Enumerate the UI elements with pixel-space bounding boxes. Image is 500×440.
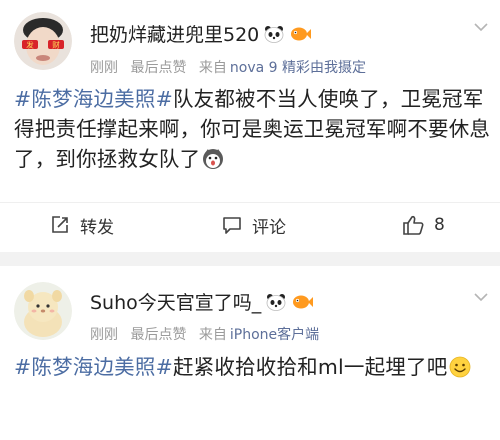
panda-badge-icon: [264, 25, 284, 43]
source-prefix: 来自: [198, 60, 227, 76]
fish-badge-icon: [293, 295, 314, 308]
username-text[interactable]: 把奶烊藏进兜里520: [90, 20, 259, 47]
avatar[interactable]: [14, 282, 72, 340]
post-meta: 刚刚 最后点赞 来自 nova 9 精彩由我摄定: [90, 57, 366, 77]
post-meta: 刚刚 最后点赞 来自 iPhone客户端: [90, 324, 319, 344]
last-liked-label: 最后点赞: [130, 60, 187, 76]
last-liked-label: 最后点赞: [130, 327, 187, 343]
hashtag-link[interactable]: #陈梦海边美照#: [14, 87, 173, 111]
chevron-down-icon[interactable]: [474, 292, 488, 302]
username[interactable]: 把奶烊藏进兜里520: [90, 20, 312, 47]
avatar-badge-right: 财: [52, 40, 60, 50]
avatar-image: 发 财: [14, 12, 72, 70]
like-count: 8: [434, 215, 445, 235]
post-content: #陈梦海边美照#队友都被不当人使唤了，卫冕冠军得把责任撑起来啊，你可是奥运卫冕冠…: [14, 84, 492, 174]
weibo-post: Suho今天官宣了吗_ 刚刚 最后点赞 来自 iPhone客户端 #陈梦海边美照#…: [0, 266, 500, 440]
repost-label: 转发: [80, 217, 114, 238]
fish-badge-icon: [291, 27, 312, 40]
username[interactable]: Suho今天官宣了吗_: [90, 288, 314, 315]
husky-emoji: [203, 149, 224, 169]
comment-button[interactable]: 评论: [222, 203, 286, 247]
comment-label: 评论: [252, 217, 286, 238]
chevron-down-icon[interactable]: [474, 22, 488, 32]
source-prefix: 来自: [198, 327, 227, 343]
repost-button[interactable]: 转发: [50, 203, 114, 247]
avatar-image: [14, 282, 72, 340]
username-text[interactable]: Suho今天官宣了吗_: [90, 288, 261, 315]
hashtag-link[interactable]: #陈梦海边美照#: [14, 355, 173, 379]
repost-icon: [52, 216, 68, 233]
source-link[interactable]: iPhone客户端: [230, 327, 319, 343]
post-action-bar: 转发 评论 8: [0, 202, 500, 246]
post-separator: [0, 252, 500, 266]
post-time: 刚刚: [90, 60, 118, 76]
comment-icon: [223, 217, 241, 234]
avatar-badge-left: 发: [26, 40, 34, 50]
smile-emoji: [450, 356, 471, 378]
thumbs-up-icon: [403, 215, 424, 235]
like-button[interactable]: 8: [402, 203, 445, 247]
avatar[interactable]: 发 财: [14, 12, 72, 70]
weibo-post: 发 财 把奶烊藏进兜里520 刚刚 最后点赞 来自nova 9 精彩由我摄定: [0, 0, 500, 252]
post-text: 赶紧收拾收拾和ml一起埋了吧: [172, 355, 448, 379]
post-content: #陈梦海边美照#赶紧收拾收拾和ml一起埋了吧: [14, 352, 492, 382]
panda-badge-icon: [266, 293, 286, 311]
source-link[interactable]: nova 9 精彩由我摄定: [230, 60, 366, 76]
post-time: 刚刚: [90, 327, 118, 343]
